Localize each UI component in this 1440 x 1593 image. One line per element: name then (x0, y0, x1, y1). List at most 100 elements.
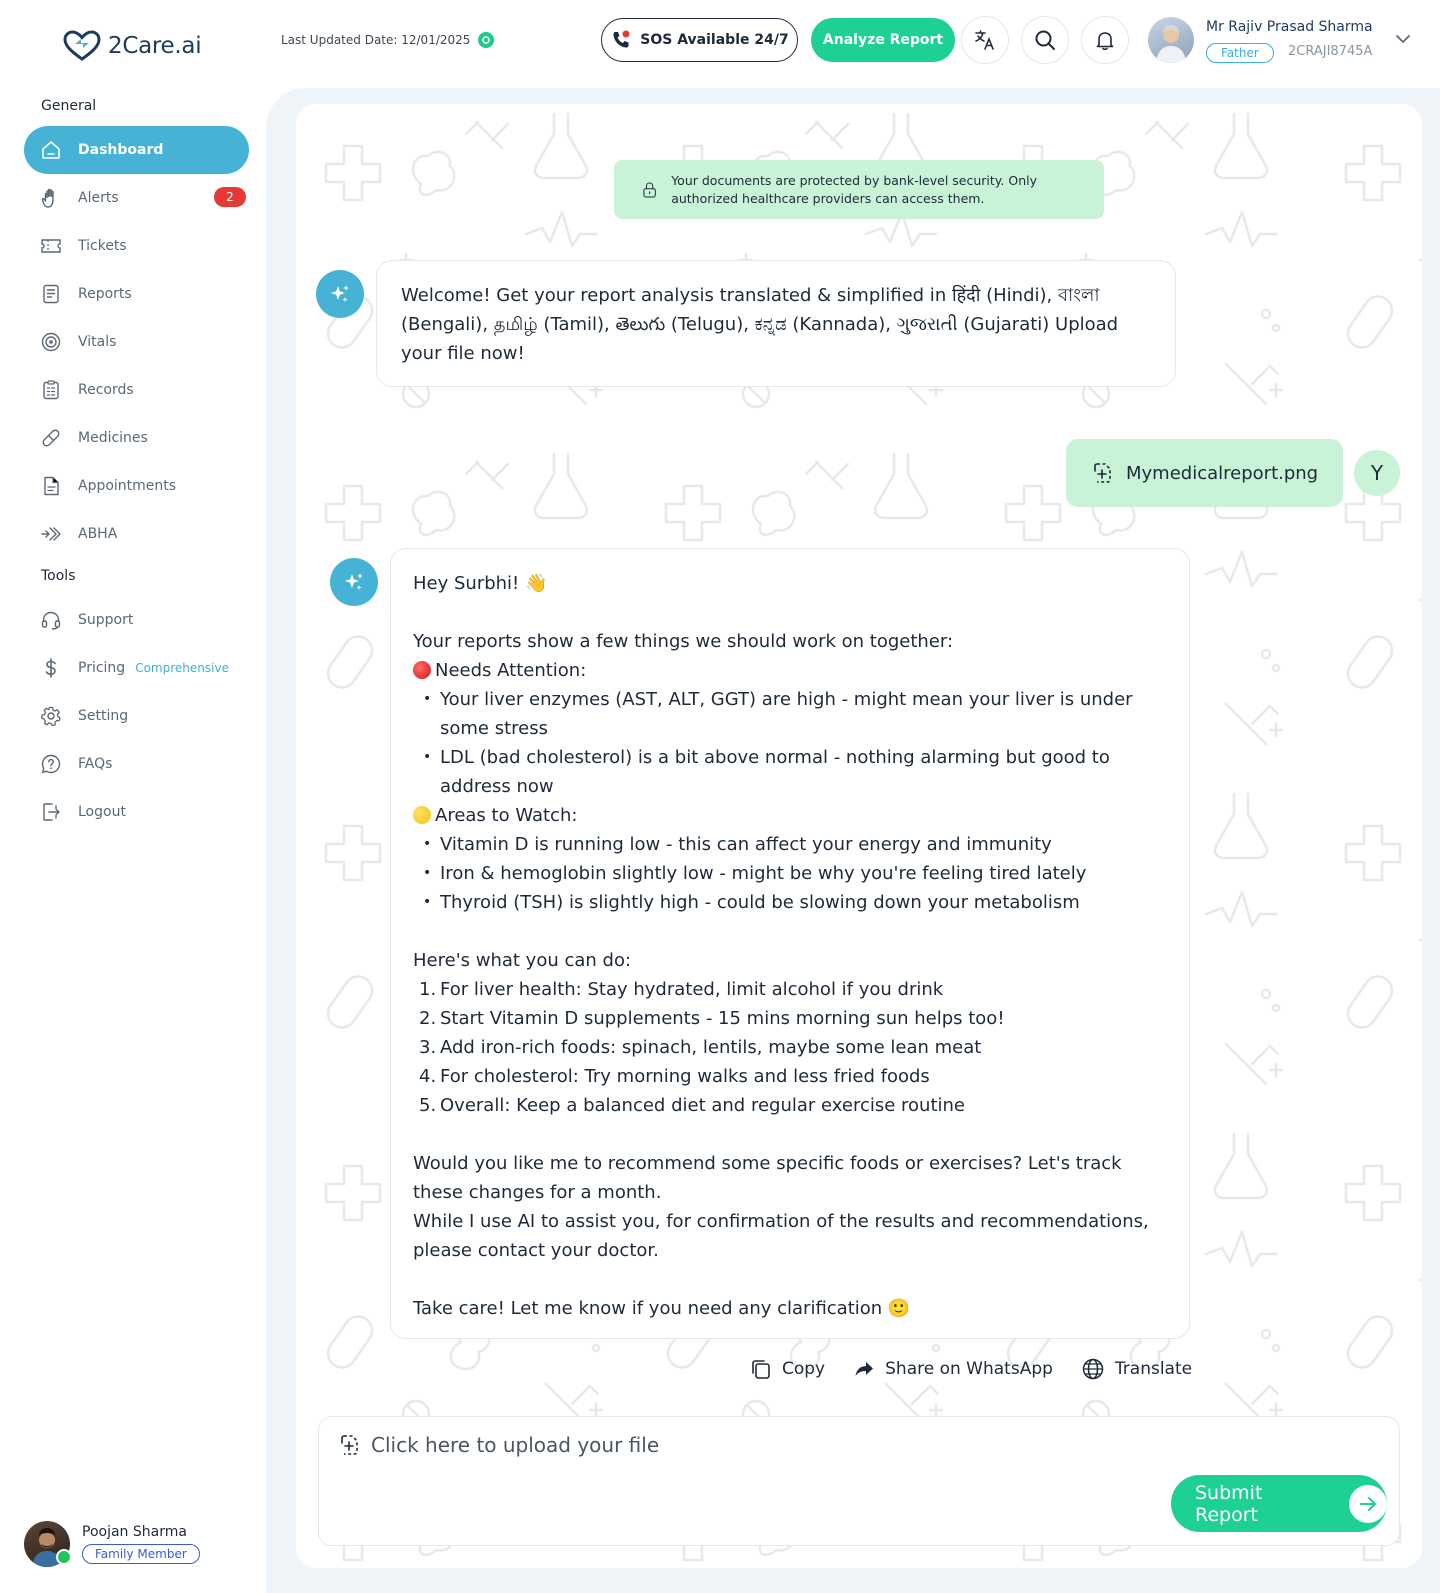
sidebar-item-records[interactable]: Records (24, 366, 249, 414)
sidebar-item-pricing[interactable]: Pricing Comprehensive (24, 644, 249, 692)
chevron-down-icon[interactable] (1394, 30, 1412, 52)
sidebar-item-setting[interactable]: Setting (24, 692, 249, 740)
list-item: Your liver enzymes (AST, ALT, GGT) are h… (423, 685, 1158, 743)
arrow-right-icon (1349, 1484, 1387, 1523)
sos-label: SOS Available 24/7 (640, 32, 789, 48)
user-role-badge: Father (1206, 43, 1274, 63)
user-avatar[interactable] (1148, 17, 1194, 63)
sidebar-item-vitals[interactable]: Vitals (24, 318, 249, 366)
sidebar-item-label: Tickets (78, 238, 127, 254)
file-name: Mymedicalreport.png (1126, 462, 1319, 484)
submit-report-button[interactable]: Submit Report (1171, 1475, 1387, 1532)
list-number: 3. (419, 1037, 437, 1058)
sidebar-item-label: Logout (78, 804, 126, 820)
ai-assistant-avatar (316, 270, 364, 318)
yellow-circle-icon (413, 806, 431, 824)
list-text: Start Vitamin D supplements - 15 mins mo… (440, 1008, 1005, 1029)
top-header: 2Care.ai Last Updated Date: 12/01/2025 S… (0, 0, 1440, 88)
share-label: Share on WhatsApp (885, 1359, 1053, 1379)
notifications-button[interactable] (1081, 16, 1129, 64)
security-notice: Your documents are protected by bank-lev… (614, 160, 1104, 219)
message-actions: Copy Share on WhatsApp Translate (750, 1357, 1192, 1381)
question-icon (40, 753, 62, 775)
sidebar-item-label: Support (78, 612, 134, 628)
todo-heading: Here's what you can do: (413, 950, 632, 971)
sidebar-item-medicines[interactable]: Medicines (24, 414, 249, 462)
upload-hint-text: Click here to upload your file (371, 1433, 660, 1457)
intro-text: Your reports show a few things we should… (413, 631, 954, 652)
translate-message-button[interactable]: Translate (1081, 1357, 1192, 1381)
search-icon (1035, 30, 1055, 50)
plan-tag: Comprehensive (135, 661, 229, 675)
share-whatsapp-button[interactable]: Share on WhatsApp (853, 1358, 1053, 1380)
translate-icon (975, 30, 994, 50)
sparkle-icon (345, 573, 363, 590)
sidebar-item-alerts[interactable]: Alerts 2 (24, 174, 249, 222)
watch-list: Vitamin D is running low - this can affe… (413, 830, 1158, 917)
uploaded-file-message[interactable]: Mymedicalreport.png (1066, 439, 1343, 507)
current-profile[interactable]: Poojan Sharma Family Member (24, 1521, 200, 1567)
analyze-report-button[interactable]: Analyze Report (811, 18, 955, 62)
attention-list: Your liver enzymes (AST, ALT, GGT) are h… (413, 685, 1158, 801)
upload-hint[interactable]: Click here to upload your file (337, 1433, 659, 1457)
sos-button[interactable]: SOS Available 24/7 (601, 18, 798, 62)
translate-button[interactable] (961, 16, 1009, 64)
sidebar-item-reports[interactable]: Reports (24, 270, 249, 318)
copy-icon (752, 1360, 770, 1379)
sidebar-item-label: Reports (78, 286, 132, 302)
welcome-message: Welcome! Get your report analysis transl… (376, 260, 1176, 387)
sidebar-item-logout[interactable]: Logout (24, 788, 249, 836)
list-text: Overall: Keep a balanced diet and regula… (440, 1095, 965, 1116)
ticket-icon (40, 235, 62, 257)
todo-list: 1. For liver health: Stay hydrated, limit… (413, 975, 1158, 1120)
list-item: 4. For cholesterol: Try morning walks and… (419, 1062, 1158, 1091)
list-item: Thyroid (TSH) is slightly high - could b… (423, 888, 1158, 917)
profile-info: Poojan Sharma Family Member (82, 1524, 200, 1564)
sidebar-item-support[interactable]: Support (24, 596, 249, 644)
profile-avatar (24, 1521, 72, 1567)
last-updated: Last Updated Date: 12/01/2025 (281, 32, 495, 48)
list-item: LDL (bad cholesterol) is a bit above nor… (423, 743, 1158, 801)
home-icon (40, 139, 62, 161)
headset-icon (40, 609, 62, 631)
sidebar-item-label: Vitals (78, 334, 117, 350)
heart-logo-icon (63, 30, 101, 61)
pill-icon (40, 427, 62, 449)
lock-icon (643, 182, 656, 197)
needs-attention-heading: Needs Attention: (413, 656, 1158, 685)
app-name: 2Care.ai (108, 33, 202, 59)
submit-label: Submit Report (1195, 1481, 1263, 1526)
sidebar-item-label: FAQs (78, 756, 113, 772)
copy-button[interactable]: Copy (750, 1358, 825, 1380)
red-circle-icon (413, 661, 431, 679)
list-text: Add iron-rich foods: spinach, lentils, m… (440, 1037, 982, 1058)
profile-name: Poojan Sharma (82, 1524, 187, 1540)
list-item: 3. Add iron-rich foods: spinach, lentils,… (419, 1033, 1158, 1062)
records-icon (40, 379, 62, 401)
needs-attention-label: Needs Attention: (435, 660, 587, 681)
ai-assistant-avatar (330, 558, 378, 606)
list-item: 2. Start Vitamin D supplements - 15 mins … (419, 1004, 1158, 1033)
sidebar-item-faqs[interactable]: FAQs (24, 740, 249, 788)
sidebar-item-abha[interactable]: ABHA (24, 510, 249, 558)
areas-to-watch-label: Areas to Watch: (435, 805, 578, 826)
upload-dropzone[interactable]: Click here to upload your file Submit Re… (318, 1416, 1400, 1546)
list-text: For cholesterol: Try morning walks and l… (440, 1066, 930, 1087)
bell-icon (1096, 32, 1114, 51)
sidebar-item-appointments[interactable]: Appointments (24, 462, 249, 510)
sidebar-item-tickets[interactable]: Tickets (24, 222, 249, 270)
search-button[interactable] (1021, 16, 1069, 64)
sparkle-icon (331, 285, 349, 302)
app-logo[interactable]: 2Care.ai (62, 30, 202, 62)
vitals-icon (40, 331, 62, 353)
sidebar-item-label: Appointments (78, 478, 177, 494)
section-general: General (41, 98, 97, 114)
sidebar-item-label: ABHA (78, 526, 118, 542)
sync-icon[interactable] (478, 32, 495, 48)
sidebar-item-label: Pricing (78, 660, 126, 676)
sidebar-item-label: Dashboard (78, 142, 164, 158)
file-upload-icon (341, 1435, 358, 1455)
copy-label: Copy (782, 1359, 826, 1379)
sidebar-item-dashboard[interactable]: Dashboard (24, 126, 249, 174)
user-id: 2CRAJI8745A (1288, 44, 1373, 59)
